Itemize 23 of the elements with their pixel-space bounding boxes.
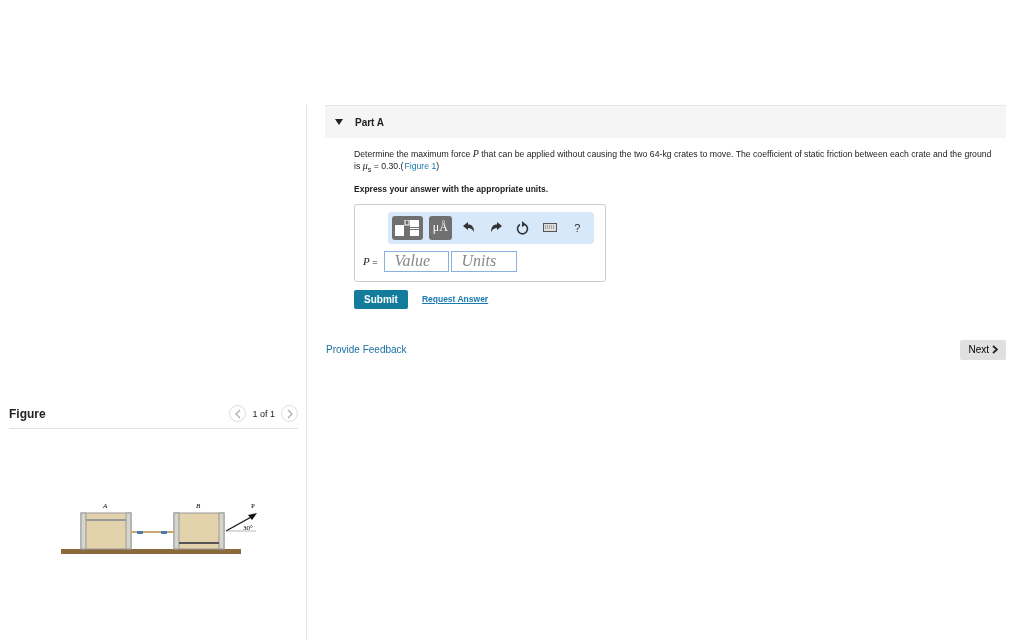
keyboard-icon <box>543 223 558 233</box>
redo-icon <box>489 222 502 234</box>
provide-feedback-link[interactable]: Provide Feedback <box>326 344 407 356</box>
value-field[interactable]: Value <box>383 250 449 272</box>
reset-icon <box>516 220 530 235</box>
chevron-left-icon <box>233 408 242 419</box>
next-button[interactable]: Next <box>960 339 1006 360</box>
page-counter: 1 of 1 <box>252 408 275 419</box>
help-button[interactable]: ? <box>566 215 588 240</box>
request-answer-link[interactable]: Request Answer <box>421 294 489 305</box>
undo-icon <box>462 222 475 234</box>
symbols-button[interactable]: μÅ <box>428 215 452 240</box>
figure-title: Figure <box>9 406 46 421</box>
submit-button[interactable]: Submit <box>354 289 408 309</box>
instruction-text: Express your answer with the appropriate units. <box>354 183 550 194</box>
part-header[interactable]: Part A <box>325 105 1006 138</box>
templates-button[interactable] <box>392 215 423 240</box>
templates-icon <box>395 219 420 236</box>
question-text: Determine the maximum force P that can be applied without causing the two 64-kg crates to move. The coefficient of static friction between each crate and the ground is μ$_{s}$ = 0.30.(Figure 1) <box>354 148 993 176</box>
chevron-right-icon <box>285 408 294 419</box>
chevron-icon <box>992 345 998 355</box>
units-field[interactable]: Units <box>450 250 517 272</box>
variable-label: P = <box>363 255 378 268</box>
